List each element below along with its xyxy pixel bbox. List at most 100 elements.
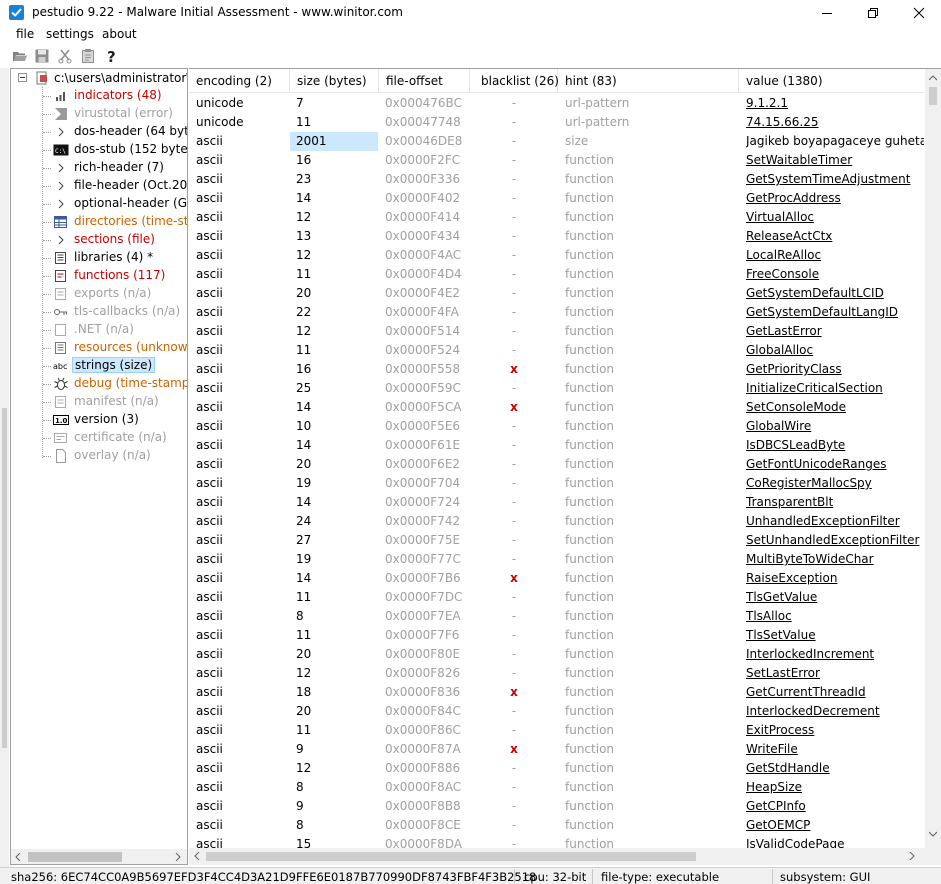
- value-cell[interactable]: MultiByteToWideChar: [746, 550, 924, 569]
- table-row[interactable]: ascii 25 0x0000F59C - function InitializeCrit…: [189, 379, 924, 398]
- tree-item-version[interactable]: 1.0 version (3): [11, 411, 187, 429]
- close-button[interactable]: [896, 0, 941, 26]
- table-row[interactable]: ascii 12 0x0000F4AC - function LocalReAlloc: [189, 246, 924, 265]
- table-row[interactable]: ascii 20 0x0000F84C - function InterlockedDec…: [189, 702, 924, 721]
- menu-about[interactable]: about: [102, 27, 137, 41]
- value-cell[interactable]: GlobalAlloc: [746, 341, 924, 360]
- tree-item-file-header[interactable]: file-header (Oct.2021: [11, 177, 187, 195]
- value-cell[interactable]: LocalReAlloc: [746, 246, 924, 265]
- table-horizontal-scrollbar-thumb[interactable]: [206, 852, 696, 861]
- table-row[interactable]: unicode 7 0x000476BC - url-pattern 9.1.2.1: [189, 94, 924, 113]
- table-row[interactable]: ascii 14 0x0000F402 - function GetProcAddress: [189, 189, 924, 208]
- table-row[interactable]: ascii 16 0x0000F2FC - function SetWaitableTim…: [189, 151, 924, 170]
- menu-file[interactable]: file: [16, 27, 34, 41]
- value-cell[interactable]: GetSystemDefaultLCID: [746, 284, 924, 303]
- tree-root[interactable]: c:\users\administrator\d: [11, 69, 187, 87]
- tree-item-exports[interactable]: exports (n/a): [11, 285, 187, 303]
- help-icon[interactable]: ?: [104, 48, 120, 66]
- table-row[interactable]: unicode 11 0x00047748 - url-pattern 74.15.66.…: [189, 113, 924, 132]
- value-cell[interactable]: InterlockedDecrement: [746, 702, 924, 721]
- cut-icon[interactable]: [57, 48, 73, 64]
- table-row[interactable]: ascii 20 0x0000F6E2 - function GetFontUnicode…: [189, 455, 924, 474]
- value-cell[interactable]: TlsSetValue: [746, 626, 924, 645]
- tree-item-tls-callbacks[interactable]: tls-callbacks (n/a): [11, 303, 187, 321]
- table-row[interactable]: ascii 11 0x0000F7F6 - function TlsSetValue: [189, 626, 924, 645]
- value-cell[interactable]: GlobalWire: [746, 417, 924, 436]
- table-row[interactable]: ascii 13 0x0000F434 - function ReleaseActCtx: [189, 227, 924, 246]
- tree-item-libraries[interactable]: libraries (4) *: [11, 249, 187, 267]
- value-cell[interactable]: ExitProcess: [746, 721, 924, 740]
- tree-item-functions[interactable]: functions (117): [11, 267, 187, 285]
- value-cell[interactable]: GetSystemDefaultLangID: [746, 303, 924, 322]
- table-row[interactable]: ascii 8 0x0000F8AC - function HeapSize: [189, 778, 924, 797]
- value-cell[interactable]: SetLastError: [746, 664, 924, 683]
- table-row[interactable]: ascii 11 0x0000F86C - function ExitProcess: [189, 721, 924, 740]
- left-scrollbar[interactable]: [0, 68, 9, 868]
- table-row[interactable]: ascii 14 0x0000F61E - function IsDBCSLeadByte: [189, 436, 924, 455]
- table-row[interactable]: ascii 11 0x0000F7DC - function TlsGetValue: [189, 588, 924, 607]
- column-header-encoding[interactable]: encoding (2): [189, 69, 290, 93]
- table-row[interactable]: ascii 8 0x0000F8CE - function GetOEMCP: [189, 816, 924, 835]
- value-cell[interactable]: HeapSize: [746, 778, 924, 797]
- scroll-left-arrow-icon[interactable]: [15, 853, 21, 861]
- table-row[interactable]: ascii 22 0x0000F4FA - function GetSystemDefau…: [189, 303, 924, 322]
- tree-item-indicators[interactable]: indicators (48): [11, 87, 187, 105]
- column-header-size[interactable]: size (bytes): [290, 69, 379, 93]
- value-cell[interactable]: GetLastError: [746, 322, 924, 341]
- value-cell[interactable]: GetStdHandle: [746, 759, 924, 778]
- tree-item-sections[interactable]: sections (file): [11, 231, 187, 249]
- table-row[interactable]: ascii 11 0x0000F524 - function GlobalAlloc: [189, 341, 924, 360]
- value-cell[interactable]: InterlockedIncrement: [746, 645, 924, 664]
- value-cell[interactable]: InitializeCriticalSection: [746, 379, 924, 398]
- value-cell[interactable]: GetPriorityClass: [746, 360, 924, 379]
- scroll-right-arrow-icon[interactable]: [175, 853, 181, 861]
- table-row[interactable]: ascii 12 0x0000F886 - function GetStdHandle: [189, 759, 924, 778]
- table-row[interactable]: ascii 27 0x0000F75E - function SetUnhandledEx…: [189, 531, 924, 550]
- value-cell[interactable]: 9.1.2.1: [746, 94, 924, 113]
- value-cell[interactable]: SetUnhandledExceptionFilter: [746, 531, 924, 550]
- value-cell[interactable]: RaiseException: [746, 569, 924, 588]
- tree-item-debug[interactable]: debug (time-stamp): [11, 375, 187, 393]
- value-cell[interactable]: WriteFile: [746, 740, 924, 759]
- table-vertical-scrollbar[interactable]: [925, 69, 941, 848]
- table-row[interactable]: ascii 2001 0x00046DE8 - size Jagikeb boyapaga…: [189, 132, 924, 151]
- value-cell[interactable]: UnhandledExceptionFilter: [746, 512, 924, 531]
- value-cell[interactable]: GetOEMCP: [746, 816, 924, 835]
- table-row[interactable]: ascii 14 0x0000F724 - function TransparentBlt: [189, 493, 924, 512]
- table-row[interactable]: ascii 12 0x0000F514 - function GetLastError: [189, 322, 924, 341]
- value-cell[interactable]: GetProcAddress: [746, 189, 924, 208]
- value-cell[interactable]: VirtualAlloc: [746, 208, 924, 227]
- scroll-up-arrow-icon[interactable]: [929, 75, 937, 81]
- tree-scrollbar-thumb[interactable]: [28, 852, 122, 862]
- tree-item-resources[interactable]: resources (unknown): [11, 339, 187, 357]
- table-row[interactable]: ascii 20 0x0000F4E2 - function GetSystemDefau…: [189, 284, 924, 303]
- table-row[interactable]: ascii 23 0x0000F336 - function GetSystemTimeA…: [189, 170, 924, 189]
- tree-item-strings[interactable]: abc strings (size): [11, 357, 187, 375]
- tree-item-optional-header[interactable]: optional-header (GUI: [11, 195, 187, 213]
- tree-item-dos-header[interactable]: dos-header (64 bytes: [11, 123, 187, 141]
- tree-horizontal-scrollbar[interactable]: [10, 849, 188, 865]
- scroll-right-arrow-icon[interactable]: [909, 852, 915, 860]
- table-row[interactable]: ascii 11 0x0000F4D4 - function FreeConsole: [189, 265, 924, 284]
- save-icon[interactable]: [34, 48, 50, 64]
- value-cell[interactable]: CoRegisterMallocSpy: [746, 474, 924, 493]
- clipboard-icon[interactable]: [80, 48, 96, 64]
- table-row[interactable]: ascii 16 0x0000F558 x function GetPriorityCla…: [189, 360, 924, 379]
- value-cell[interactable]: ReleaseActCtx: [746, 227, 924, 246]
- table-row[interactable]: ascii 18 0x0000F836 x function GetCurrentThre…: [189, 683, 924, 702]
- table-row[interactable]: ascii 10 0x0000F5E6 - function GlobalWire: [189, 417, 924, 436]
- tree-item-manifest[interactable]: manifest (n/a): [11, 393, 187, 411]
- value-cell[interactable]: TransparentBlt: [746, 493, 924, 512]
- tree-item-overlay[interactable]: overlay (n/a): [11, 447, 187, 465]
- column-header-file-offset[interactable]: file-offset: [379, 69, 470, 93]
- table-row[interactable]: ascii 8 0x0000F7EA - function TlsAlloc: [189, 607, 924, 626]
- table-horizontal-scrollbar[interactable]: [189, 848, 941, 865]
- value-cell[interactable]: GetCurrentThreadId: [746, 683, 924, 702]
- table-row[interactable]: ascii 9 0x0000F8B8 - function GetCPInfo: [189, 797, 924, 816]
- value-cell[interactable]: SetWaitableTimer: [746, 151, 924, 170]
- tree-item-rich-header[interactable]: rich-header (7): [11, 159, 187, 177]
- value-cell[interactable]: 74.15.66.25: [746, 113, 924, 132]
- table-row[interactable]: ascii 14 0x0000F5CA x function SetConsoleMode: [189, 398, 924, 417]
- minimize-button[interactable]: [804, 0, 850, 26]
- table-vertical-scrollbar-thumb[interactable]: [929, 87, 937, 105]
